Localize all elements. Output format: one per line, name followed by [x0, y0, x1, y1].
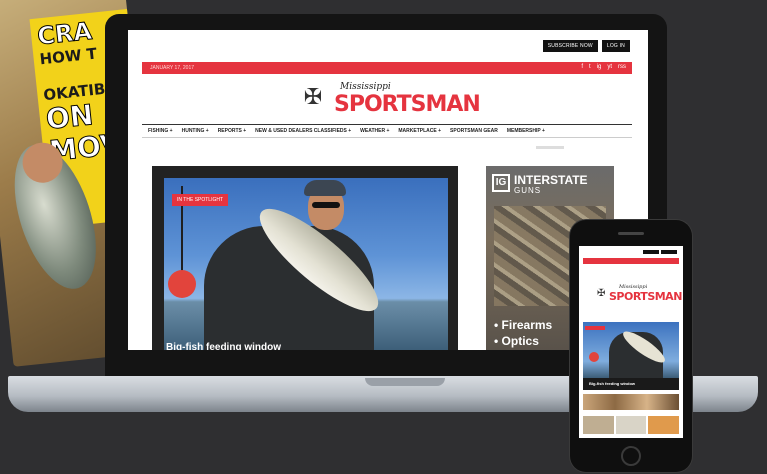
- main-nav: FISHING + HUNTING + REPORTS + NEW & USED…: [142, 124, 632, 138]
- ad-brand-subtitle: GUNS: [514, 186, 542, 195]
- search-placeholder-bar[interactable]: [536, 146, 564, 149]
- phone-login-button[interactable]: [661, 250, 677, 254]
- nav-marketplace[interactable]: MARKETPLACE +: [398, 128, 441, 134]
- bobber-image: [168, 270, 196, 298]
- phone-bobber-image: [589, 352, 599, 362]
- ad-brand-name: INTERSTATE: [514, 173, 588, 187]
- date-bar: JANUARY 17, 2017 f t ig yt rss: [142, 62, 632, 74]
- phone-thumbnail[interactable]: [648, 416, 680, 434]
- phone-featured-title[interactable]: Big-fish feeding window: [589, 381, 635, 386]
- laptop-opening-notch: [365, 378, 445, 386]
- ad-bullet-firearms: • Firearms: [494, 318, 553, 332]
- phone-caption-bar: Big-fish feeding window: [583, 378, 679, 390]
- nav-fishing[interactable]: FISHING +: [148, 128, 173, 134]
- spotlight-badge[interactable]: IN THE SPOTLIGHT: [172, 194, 229, 206]
- interstate-logo-icon: IG: [492, 174, 510, 192]
- nav-membership[interactable]: MEMBERSHIP +: [507, 128, 545, 134]
- featured-story-title[interactable]: Big-fish feeding window: [166, 342, 281, 350]
- angler-cap: [304, 180, 346, 196]
- phone-account-buttons: [643, 250, 677, 254]
- twitter-icon[interactable]: t: [589, 64, 591, 70]
- social-links: f t ig yt rss: [581, 64, 626, 70]
- phone-speaker: [618, 232, 644, 235]
- logo-state-text: Mississippi: [340, 82, 391, 92]
- duck-fish-emblem-icon: ✠: [303, 84, 323, 109]
- phone-thumbnails: [583, 416, 680, 434]
- current-date: JANUARY 17, 2017: [150, 65, 195, 71]
- nav-classifieds[interactable]: NEW & USED DEALERS CLASSIFIEDS +: [255, 128, 351, 134]
- phone-thumbnail[interactable]: [583, 416, 614, 434]
- nav-sportsman-gear[interactable]: SPORTSMAN GEAR: [450, 128, 498, 134]
- account-buttons: SUBSCRIBE NOW LOG IN: [542, 40, 630, 52]
- ad-bullet-optics: • Optics: [494, 334, 539, 348]
- phone-screen: ✠ Mississippi SPORTSMAN Big-fish feeding…: [579, 246, 683, 438]
- login-button[interactable]: LOG IN: [601, 40, 630, 52]
- subscribe-button[interactable]: SUBSCRIBE NOW: [542, 40, 598, 52]
- phone-spotlight-badge[interactable]: [585, 326, 605, 330]
- site-logo[interactable]: ✠ Mississippi SPORTSMAN: [300, 80, 481, 120]
- rss-icon[interactable]: rss: [618, 64, 626, 70]
- phone-subscribe-button[interactable]: [643, 250, 659, 254]
- phone-thumbnail[interactable]: [615, 416, 647, 434]
- magazine-headline: CRA: [35, 16, 94, 51]
- logo-brand-text: SPORTSMAN: [334, 92, 481, 117]
- phone-story-strip[interactable]: [583, 394, 679, 410]
- featured-story-image[interactable]: IN THE SPOTLIGHT: [164, 178, 448, 350]
- magazine-headline: ON: [44, 98, 95, 137]
- youtube-icon[interactable]: yt: [607, 64, 612, 70]
- phone-featured-image[interactable]: [583, 322, 679, 378]
- phone-logo-brand-text[interactable]: SPORTSMAN: [609, 290, 682, 303]
- nav-reports[interactable]: REPORTS +: [218, 128, 246, 134]
- nav-hunting[interactable]: HUNTING +: [182, 128, 209, 134]
- angler-sunglasses: [312, 202, 340, 208]
- phone-emblem-icon: ✠: [597, 288, 606, 299]
- facebook-icon[interactable]: f: [581, 64, 583, 70]
- nav-weather[interactable]: WEATHER +: [360, 128, 389, 134]
- phone-date-bar: [583, 258, 679, 264]
- phone-home-button[interactable]: [621, 446, 641, 466]
- instagram-icon[interactable]: ig: [597, 64, 602, 70]
